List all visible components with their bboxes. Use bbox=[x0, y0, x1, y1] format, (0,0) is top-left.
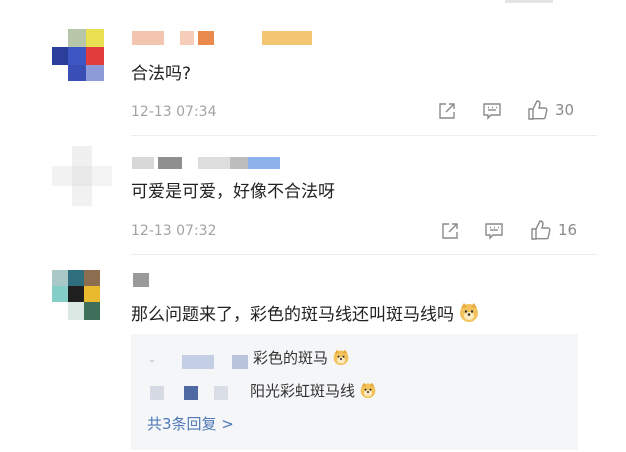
username-blurred[interactable] bbox=[133, 273, 149, 287]
reply-username-blurred bbox=[150, 355, 250, 369]
reply-button[interactable] bbox=[484, 221, 504, 241]
top-cutoff-blurred bbox=[505, 0, 553, 3]
reply-text: 阳光彩虹斑马线 bbox=[250, 382, 356, 400]
avatar[interactable] bbox=[52, 146, 114, 208]
comment-text: 那么问题来了，彩色的斑马线还叫斑马线吗 bbox=[131, 305, 454, 325]
doge-emoji-icon bbox=[332, 348, 350, 371]
comment-text-row: 那么问题来了，彩色的斑马线还叫斑马线吗 bbox=[131, 301, 480, 329]
comment-text: 合法吗? bbox=[131, 64, 192, 84]
comment-text: 可爱是可爱，好像不合法呀 bbox=[131, 182, 335, 202]
share-icon bbox=[442, 223, 458, 239]
divider bbox=[131, 254, 597, 255]
avatar[interactable] bbox=[52, 270, 102, 324]
thumbs-up-icon bbox=[528, 100, 548, 120]
like-button[interactable]: 16 bbox=[530, 219, 577, 241]
share-icon bbox=[439, 103, 455, 119]
reply-text-row: 阳光彩虹斑马线 bbox=[250, 381, 377, 404]
reply-username-blurred bbox=[150, 386, 250, 400]
reply-button[interactable] bbox=[482, 101, 502, 121]
comment-icon bbox=[483, 103, 501, 120]
comment-icon bbox=[485, 223, 503, 240]
divider bbox=[131, 135, 597, 136]
comment-time: 12-13 07:32 bbox=[131, 223, 217, 239]
username-blurred[interactable] bbox=[132, 157, 282, 169]
username-blurred[interactable] bbox=[132, 31, 312, 45]
share-button[interactable] bbox=[437, 101, 457, 121]
thumbs-up-icon bbox=[531, 220, 551, 240]
like-count: 30 bbox=[555, 101, 575, 119]
reply-text-row: 彩色的斑马 bbox=[253, 348, 350, 371]
doge-emoji-icon bbox=[458, 301, 480, 329]
comment-time: 12-13 07:34 bbox=[131, 104, 217, 120]
reply-text: 彩色的斑马 bbox=[253, 349, 329, 367]
like-button[interactable]: 30 bbox=[527, 99, 574, 121]
like-count: 16 bbox=[558, 221, 578, 239]
share-button[interactable] bbox=[440, 221, 460, 241]
doge-emoji-icon bbox=[359, 381, 377, 404]
view-more-replies-link[interactable]: 共3条回复 > bbox=[147, 414, 234, 434]
avatar[interactable] bbox=[52, 29, 104, 81]
